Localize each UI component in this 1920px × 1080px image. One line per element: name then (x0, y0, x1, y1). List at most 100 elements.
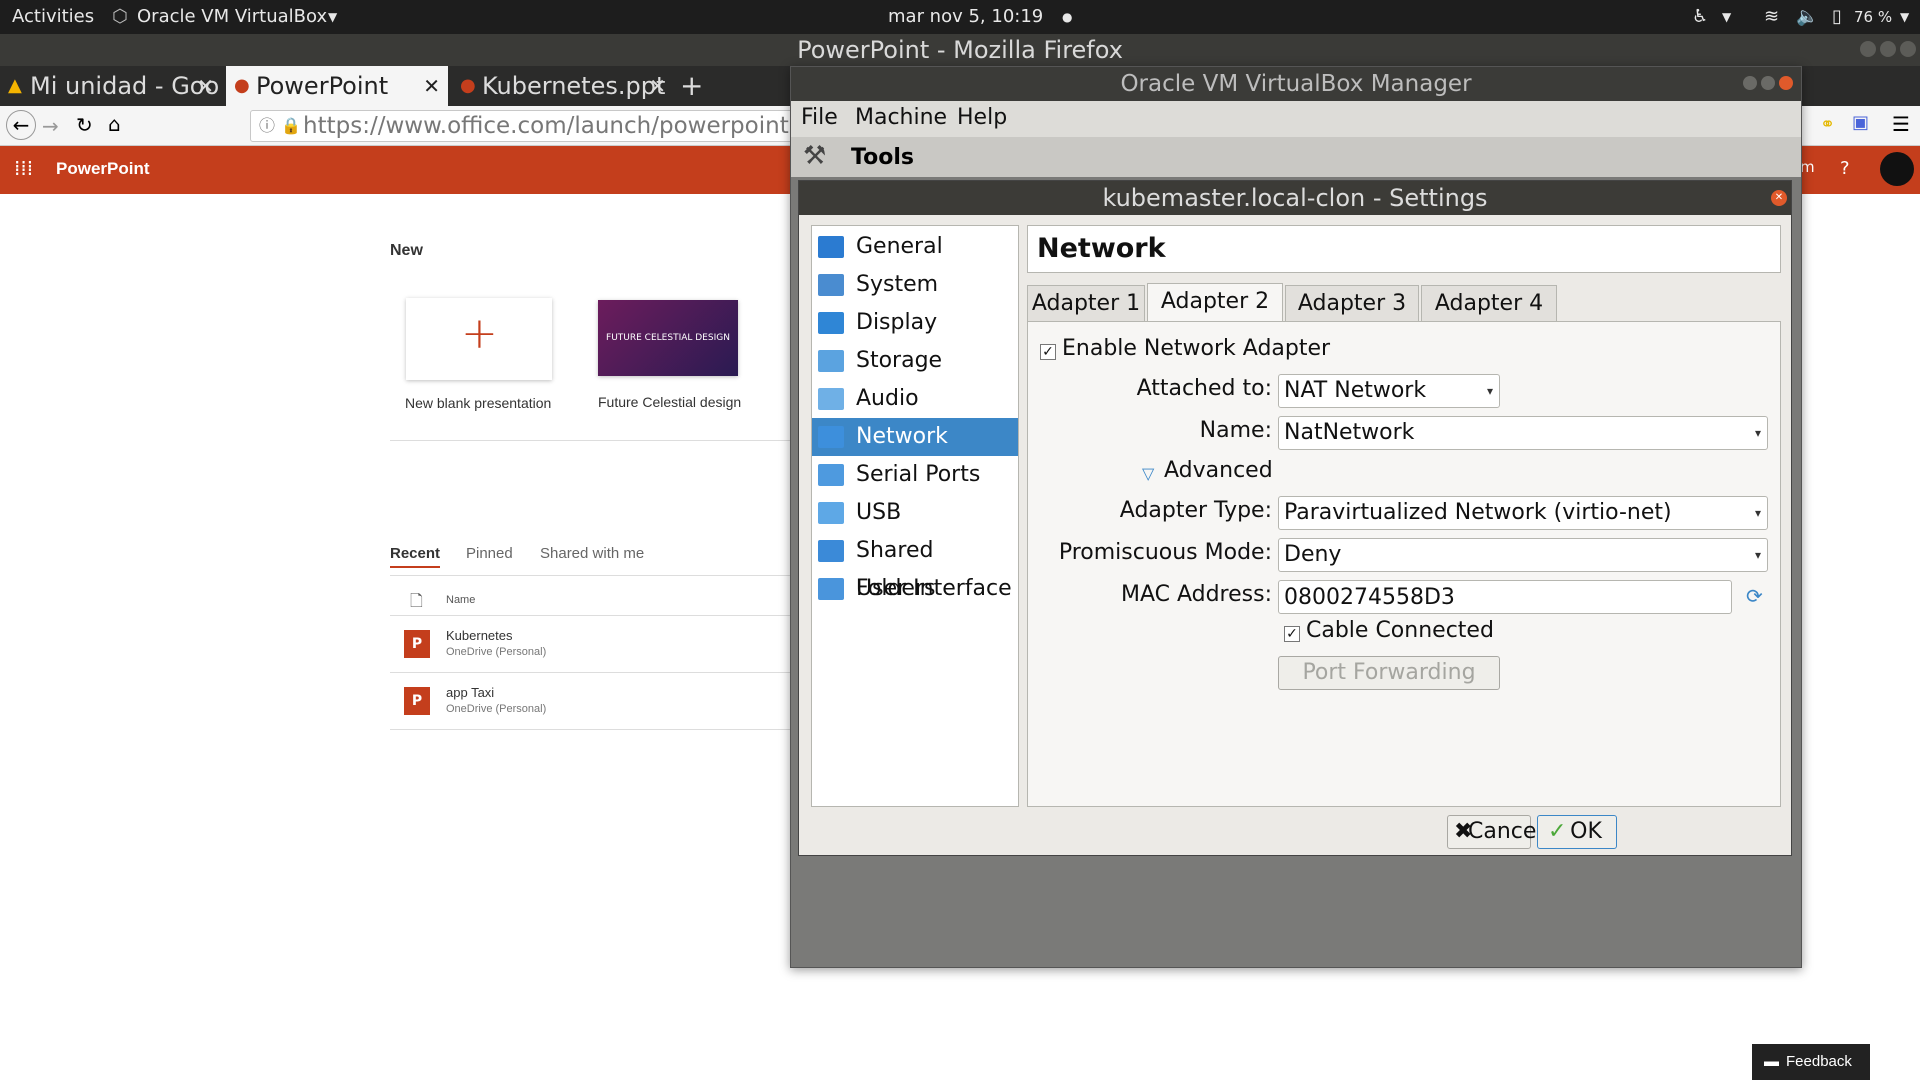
user-name-fragment: m (1800, 158, 1815, 176)
tab-recent[interactable]: Recent (390, 545, 441, 568)
attached-to-select[interactable]: NAT Network ▾ (1278, 374, 1500, 408)
new-tab-button[interactable]: + (680, 66, 710, 106)
back-icon[interactable]: ← (6, 110, 36, 140)
forward-icon[interactable]: → (42, 114, 59, 138)
divider (390, 729, 790, 730)
powerpoint-icon: ● (460, 75, 476, 96)
sidebar-item-user-interface[interactable]: User Interface (812, 570, 1018, 608)
app-menu-button[interactable]: Oracle VM VirtualBox (137, 6, 327, 27)
tab-mi-unidad[interactable]: ▲ Mi unidad - Goo ✕ (0, 66, 222, 106)
vbox-title-bar: Oracle VM VirtualBox Manager (791, 67, 1801, 101)
volume-icon[interactable]: 🔈 (1796, 6, 1818, 27)
adapter-type-select[interactable]: Paravirtualized Network (virtio-net) ▾ (1278, 496, 1768, 530)
ok-label: OK (1570, 819, 1602, 844)
sidebar-item-serial-ports[interactable]: Serial Ports (812, 456, 1018, 494)
sidebar-item-usb[interactable]: USB (812, 494, 1018, 532)
file-location: OneDrive (Personal) (446, 703, 547, 715)
google-drive-icon: ▲ (8, 75, 22, 96)
sidebar-item-label: Display (856, 310, 938, 335)
enable-adapter-checkbox[interactable]: ✓ (1040, 344, 1056, 360)
tab-shared-with-me[interactable]: Shared with me (540, 545, 644, 562)
home-icon[interactable]: ⌂ (108, 112, 121, 136)
menu-machine[interactable]: Machine (855, 105, 947, 130)
sidebar-item-display[interactable]: Display (812, 304, 1018, 342)
tab-pinned[interactable]: Pinned (466, 545, 513, 562)
tab-adapter-4[interactable]: Adapter 4 (1421, 285, 1557, 321)
template-label[interactable]: Future Celestial design (598, 394, 741, 410)
app-launcher-icon[interactable]: ⁞⁞⁞ (14, 156, 33, 180)
powerpoint-app-name[interactable]: PowerPoint (56, 159, 150, 179)
hamburger-menu-icon[interactable]: ☰ (1892, 112, 1910, 136)
file-row[interactable]: P Kubernetes OneDrive (Personal) (390, 616, 790, 672)
file-row[interactable]: P app Taxi OneDrive (Personal) (390, 673, 790, 729)
template-thumb-text: FUTURE CELESTIAL DESIGN (606, 333, 730, 343)
menu-file[interactable]: File (801, 105, 838, 130)
sidebar-item-label: Network (856, 424, 948, 449)
reload-icon[interactable]: ↻ (76, 113, 93, 137)
maximize-icon[interactable] (1761, 76, 1775, 90)
wifi-icon[interactable]: ≋ (1764, 6, 1779, 27)
name-column-header[interactable]: Name (446, 594, 475, 606)
vbox-menu-bar: File Machine Help (791, 101, 1801, 137)
maximize-icon[interactable] (1880, 41, 1896, 57)
extension-icon[interactable]: ▣ (1852, 112, 1869, 133)
template-label[interactable]: New blank presentation (405, 395, 551, 411)
feedback-button[interactable]: ▬ Feedback (1752, 1044, 1870, 1080)
file-location: OneDrive (Personal) (446, 646, 547, 658)
clock[interactable]: mar nov 5, 10:19 (888, 6, 1043, 27)
avatar[interactable] (1880, 152, 1914, 186)
tab-kubernetes[interactable]: ● Kubernetes.ppt ✕ (452, 66, 674, 106)
sidebar-icon[interactable]: ▏ (1800, 112, 1815, 136)
sidebar-item-shared-folders[interactable]: Shared Folders (812, 532, 1018, 601)
adapter-tab-body: ✓ Enable Network Adapter Attached to: NA… (1027, 321, 1781, 807)
cancel-button[interactable]: ✖ Cancel (1447, 815, 1543, 849)
tools-label[interactable]: Tools (851, 145, 914, 170)
refresh-mac-icon[interactable]: ⟳ (1746, 584, 1763, 608)
close-tab-icon[interactable]: ✕ (423, 66, 440, 106)
cable-connected-checkbox[interactable]: ✓ (1284, 626, 1300, 642)
sidebar-item-label: General (856, 234, 943, 259)
help-icon[interactable]: ? (1840, 158, 1850, 179)
close-icon[interactable] (1779, 76, 1793, 90)
future-celestial-design-tile[interactable]: FUTURE CELESTIAL DESIGN (598, 300, 738, 376)
sidebar-item-general[interactable]: General (812, 228, 1018, 266)
serial-ports-icon (818, 464, 844, 486)
accessibility-icon[interactable]: ♿ (1692, 6, 1708, 27)
new-blank-presentation-tile[interactable]: + (406, 298, 552, 380)
promiscuous-mode-select[interactable]: Deny ▾ (1278, 538, 1768, 572)
chevron-down-icon: ▾ (1754, 506, 1761, 520)
sidebar-item-network[interactable]: Network (812, 418, 1018, 456)
cable-connected-label[interactable]: Cable Connected (1306, 618, 1494, 643)
sidebar-item-storage[interactable]: Storage (812, 342, 1018, 380)
enable-adapter-label[interactable]: Enable Network Adapter (1062, 336, 1330, 361)
tab-powerpoint[interactable]: ● PowerPoint ✕ (226, 66, 448, 106)
close-icon[interactable] (1900, 41, 1916, 57)
ok-button[interactable]: ✓ OK (1537, 815, 1617, 849)
tab-adapter-1[interactable]: Adapter 1 (1027, 285, 1145, 321)
settings-title: kubemaster.local-clon - Settings (1102, 184, 1488, 212)
plus-icon: + (461, 308, 498, 359)
sidebar-item-audio[interactable]: Audio (812, 380, 1018, 418)
adapter-type-value: Paravirtualized Network (virtio-net) (1284, 500, 1672, 525)
tab-adapter-3[interactable]: Adapter 3 (1285, 285, 1419, 321)
minimize-icon[interactable] (1743, 76, 1757, 90)
battery-icon[interactable]: ▯ (1832, 6, 1842, 27)
expand-triangle-icon[interactable]: ▽ (1142, 464, 1154, 483)
menu-help[interactable]: Help (957, 105, 1007, 130)
minimize-icon[interactable] (1860, 41, 1876, 57)
sidebar-item-system[interactable]: System (812, 266, 1018, 304)
feedback-label: Feedback (1786, 1053, 1852, 1070)
url-bar[interactable]: ⓘ 🔒 https://www.office.com/launch/powerp… (250, 110, 810, 142)
tab-adapter-2[interactable]: Adapter 2 (1147, 283, 1283, 323)
network-name-select[interactable]: NatNetwork ▾ (1278, 416, 1768, 450)
mac-address-input[interactable] (1278, 580, 1732, 614)
activities-button[interactable]: Activities (12, 6, 94, 27)
port-forwarding-button[interactable]: Port Forwarding (1278, 656, 1500, 690)
close-tab-icon[interactable]: ✕ (197, 66, 214, 106)
extension-icon[interactable]: ⚭ (1820, 114, 1835, 135)
close-tab-icon[interactable]: ✕ (649, 66, 666, 106)
file-type-icon: 🗋 (410, 591, 423, 610)
close-icon[interactable]: ✕ (1771, 190, 1787, 206)
advanced-toggle[interactable]: Advanced (1164, 458, 1273, 483)
tools-icon: ⚒ (803, 141, 827, 171)
